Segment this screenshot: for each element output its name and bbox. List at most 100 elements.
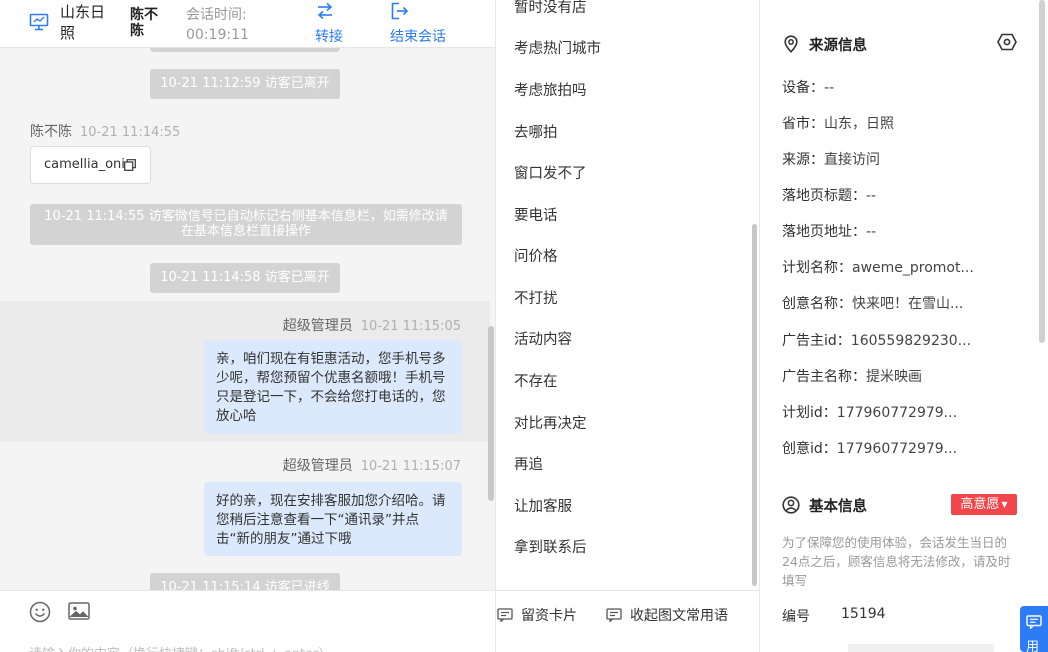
agent-message: 好的亲，现在安排客服加您介绍哈。请您稍后注意查看一下“通讯录”并点击“新的朋友”… <box>204 482 462 556</box>
collapse-phrases-label: 收起图文常用语 <box>630 608 728 624</box>
floating-tool-label: 用 <box>1026 640 1040 652</box>
session-time-label: 会话时间: <box>186 7 247 23</box>
location-pin-icon <box>784 35 798 53</box>
source-info-title: 来源信息 <box>782 34 867 55</box>
copy-icon[interactable] <box>124 159 136 171</box>
message-time: 10-21 11:14:55 <box>80 125 181 140</box>
visitor-message-text: camellia_oni <box>44 157 125 172</box>
info-plan-name: 计划名称：aweme_promot... <box>782 257 974 277</box>
monitor-icon <box>29 13 49 31</box>
quick-reply-item[interactable]: 不存在 <box>514 370 558 391</box>
image-icon[interactable] <box>68 601 90 621</box>
collapse-phrases-button[interactable]: 收起图文常用语 <box>606 605 728 625</box>
quick-reply-item[interactable]: 考虑旅拍吗 <box>514 79 587 100</box>
quick-reply-item[interactable]: 考虑热门城市 <box>514 37 601 58</box>
info-value: aweme_promot... <box>852 260 974 276</box>
quick-reply-item[interactable]: 让加客服 <box>514 495 572 516</box>
visitor-name: 山东日照 <box>60 3 106 42</box>
info-label: 计划id： <box>782 405 837 421</box>
card-icon <box>497 608 513 622</box>
agent-message: 亲，咱们现在有钜惠活动，您手机号多少呢，帮您预留个优惠名额哦！手机号只是登记一下… <box>204 340 462 434</box>
basic-info-title: 基本信息 <box>782 495 867 516</box>
session-time-value: 00:19:11 <box>186 27 249 43</box>
quick-reply-item[interactable]: 对比再决定 <box>514 412 587 433</box>
quick-reply-item[interactable]: 拿到联系后 <box>514 536 587 557</box>
info-label: 落地页标题： <box>782 188 866 204</box>
customer-id-label: 编号 <box>782 609 810 625</box>
basic-info-label: 基本信息 <box>809 499 867 515</box>
edit-notice: 为了保障您的使用体验，会话发生当日的24点之后，顾客信息将无法修改，请及时填写 <box>782 535 1011 588</box>
agent-name: 陈不陈 <box>130 7 158 39</box>
caret-down-icon: ▼ <box>1001 500 1008 509</box>
info-label: 省市： <box>782 116 824 132</box>
end-session-label: 结束会话 <box>390 29 446 45</box>
info-label: 广告主名称： <box>782 369 866 385</box>
system-message: 10-21 11:14:58 访客已离开 <box>150 263 340 293</box>
view-icon[interactable] <box>997 33 1017 51</box>
chat-scrollbar[interactable] <box>488 326 494 501</box>
quick-reply-item[interactable]: 再追 <box>514 453 543 474</box>
info-region: 省市：山东，日照 <box>782 113 894 133</box>
customer-id-value: 15194 <box>841 606 886 622</box>
lead-card-button[interactable]: 留资卡片 <box>497 605 577 625</box>
message-time: 10-21 11:15:05 <box>360 319 461 334</box>
info-creative-name: 创意名称：快来吧！在雪山... <box>782 293 963 313</box>
floating-tool-button[interactable]: 用 <box>1020 606 1048 652</box>
emoji-icon[interactable] <box>29 601 51 623</box>
logout-icon <box>391 2 409 20</box>
clipped-message <box>150 48 340 52</box>
message-input[interactable]: 请输入你的内容（换行快捷键：shift/ctrl + enter） <box>29 643 332 652</box>
info-value: -- <box>866 224 877 240</box>
info-value: -- <box>824 80 835 96</box>
info-label: 设备： <box>782 80 824 96</box>
chat-panel: 山东日照 陈不陈 会话时间: 00:19:11 转接 结束会话 10-21 11… <box>0 0 496 652</box>
sender-name: 陈不陈 <box>30 124 72 140</box>
intent-level-label: 高意愿 <box>960 497 1000 512</box>
info-landing-url: 落地页地址：-- <box>782 221 876 241</box>
info-scrollbar[interactable] <box>1039 0 1045 343</box>
system-message: 10-21 11:12:59 访客已离开 <box>150 69 340 99</box>
intent-level-dropdown[interactable]: 高意愿 ▼ <box>951 494 1017 515</box>
message-sender: 超级管理员 10-21 11:15:05 <box>283 315 461 335</box>
info-label: 来源： <box>782 152 824 168</box>
transfer-icon <box>317 2 333 20</box>
sender-name: 超级管理员 <box>282 318 353 334</box>
message-list[interactable]: 10-21 11:12:59 访客已离开 陈不陈 10-21 11:14:55 c… <box>0 48 495 590</box>
info-value: 160559829230... <box>850 333 972 349</box>
lead-card-label: 留资卡片 <box>521 608 577 624</box>
quick-reply-item[interactable]: 要电话 <box>514 204 558 225</box>
sender-name: 超级管理员 <box>282 458 353 474</box>
info-label: 落地页地址： <box>782 224 866 240</box>
quick-reply-scrollbar[interactable] <box>752 224 757 586</box>
user-circle-icon <box>782 496 800 514</box>
quick-reply-item[interactable]: 问价格 <box>514 245 558 266</box>
quick-reply-item[interactable]: 暂时没有店 <box>514 0 587 17</box>
visitor-message: camellia_oni <box>30 146 151 184</box>
info-value: -- <box>866 188 877 204</box>
quick-reply-panel: 暂时没有店 考虑热门城市 考虑旅拍吗 去哪拍 窗口发不了 要电话 问价格 不打扰… <box>496 0 760 652</box>
system-message: 10-21 11:15:14 访客已进线 <box>150 573 340 590</box>
quick-reply-item[interactable]: 不打扰 <box>514 287 558 308</box>
info-device: 设备：-- <box>782 77 834 97</box>
system-message: 10-21 11:14:55 访客微信号已自动标记右侧基本信息栏，如需修改请在基… <box>30 204 462 245</box>
info-label: 广告主id： <box>782 333 851 349</box>
info-landing-title: 落地页标题：-- <box>782 185 876 205</box>
transfer-label: 转接 <box>315 29 343 45</box>
info-label: 计划名称： <box>782 260 852 276</box>
info-source: 来源：直接访问 <box>782 149 880 169</box>
info-value: 177960772979... <box>836 441 958 457</box>
message-sender: 陈不陈 10-21 11:14:55 <box>30 121 180 141</box>
info-value: 直接访问 <box>824 152 880 168</box>
message-icon <box>606 608 622 622</box>
quick-reply-item[interactable]: 活动内容 <box>514 328 572 349</box>
info-plan-id: 计划id：177960772979... <box>782 402 957 422</box>
customer-info-panel: 来源信息 设备：-- 省市：山东，日照 来源：直接访问 落地页标题：-- 落地页… <box>760 0 1048 652</box>
message-sender: 超级管理员 10-21 11:15:07 <box>283 455 461 475</box>
info-value: 177960772979... <box>836 405 958 421</box>
transfer-button[interactable]: 转接 <box>314 0 354 48</box>
quick-reply-item[interactable]: 去哪拍 <box>514 121 558 142</box>
info-value: 提米映画 <box>866 369 922 385</box>
quick-reply-item[interactable]: 窗口发不了 <box>514 162 587 183</box>
info-label: 创意名称： <box>782 296 852 312</box>
end-session-button[interactable]: 结束会话 <box>389 0 459 48</box>
